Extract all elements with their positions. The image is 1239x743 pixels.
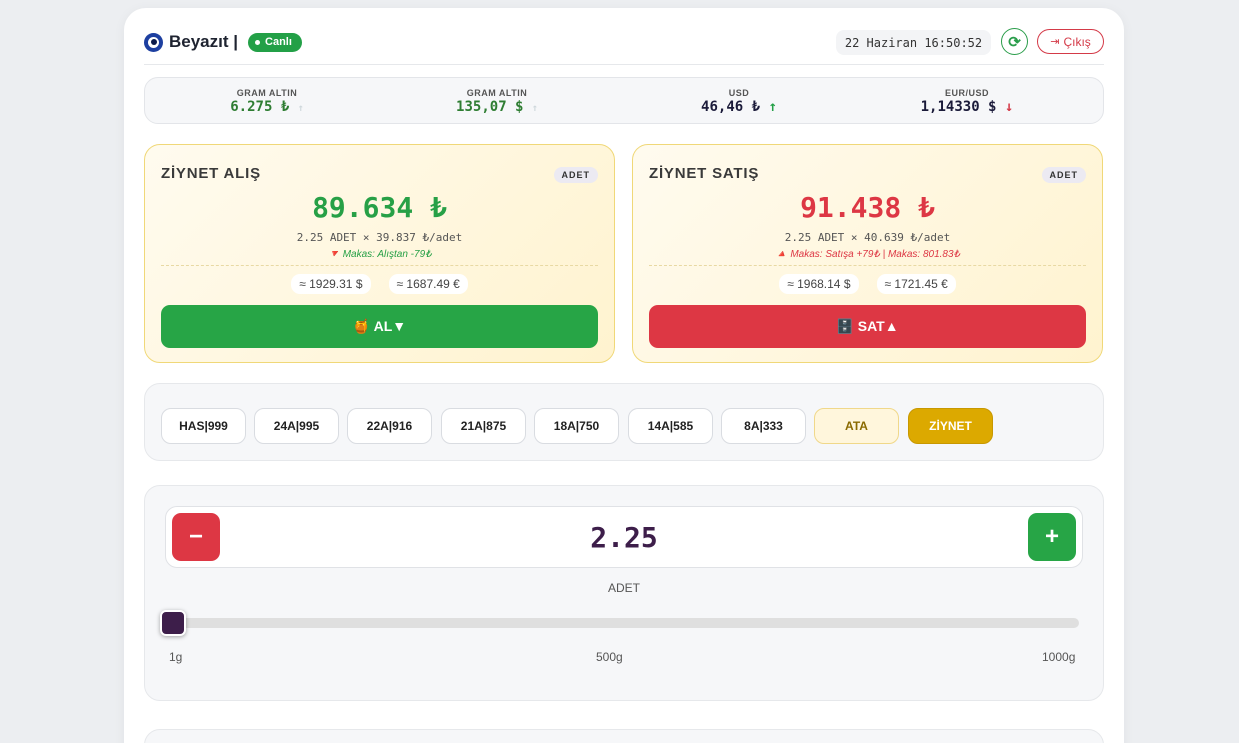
ticker-label: GRAM ALTIN: [236, 88, 298, 98]
sell-panel: ZİYNET SATIŞ ADET 91.438 ₺ 2.25 ADET × 4…: [632, 144, 1103, 363]
main-card: Beyazıt | Canlı 22 Haziran 16:50:52 ⟳ ⇥ Ç…: [124, 8, 1124, 743]
quantity-value[interactable]: 2.25: [226, 507, 1022, 567]
purity-option-has999[interactable]: HAS|999: [161, 408, 246, 444]
increase-button[interactable]: +: [1028, 513, 1076, 561]
purity-option-14a585[interactable]: 14A|585: [628, 408, 713, 444]
plus-icon: +: [1044, 523, 1059, 550]
buy-calculation: 2.25 ADET × 39.837 ₺/adet: [296, 231, 463, 244]
ticker-label: USD: [728, 88, 750, 98]
purity-option-ata[interactable]: ATA: [814, 408, 899, 444]
buy-button[interactable]: 🍯 AL▼: [161, 305, 598, 348]
buy-spread: 🔻 Makas: Alıştan -79₺: [327, 249, 432, 260]
buy-panel: ZİYNET ALIŞ ADET 89.634 ₺ 2.25 ADET × 39…: [144, 144, 615, 363]
live-dot-icon: [255, 39, 261, 45]
quantity-unit: ADET: [607, 581, 640, 595]
ticker-label: EUR/USD: [944, 88, 989, 98]
sell-calculation: 2.25 ADET × 40.639 ₺/adet: [784, 231, 951, 244]
sell-spread: 🔺 Makas: Satışa +79₺ | Makas: 801.83₺: [775, 249, 960, 260]
unit-badge: ADET: [553, 167, 598, 183]
ticker-value: 135,07 $: [456, 99, 524, 115]
ticker-value: 1,14330 $: [920, 99, 997, 115]
ticker-item-usd: USD 46,46 ₺ ↑: [639, 78, 839, 123]
slider-max-label: 1000g: [1042, 650, 1076, 664]
ticker-item-gram-altin-try: GRAM ALTIN 6.275 ₺ ↑: [167, 78, 367, 123]
refresh-icon: ⟳: [1008, 33, 1021, 51]
live-badge: Canlı: [248, 32, 302, 52]
divider: [161, 265, 598, 266]
brand: Beyazıt | Canlı: [144, 32, 302, 52]
sell-title: ZİYNET SATIŞ: [649, 165, 760, 182]
logout-label: Çıkış: [1063, 34, 1091, 49]
refresh-button[interactable]: ⟳: [1001, 28, 1028, 55]
header: Beyazıt | Canlı 22 Haziran 16:50:52 ⟳ ⇥ Ç…: [144, 8, 1104, 65]
purity-option-24a995[interactable]: 24A|995: [254, 408, 339, 444]
clock: 22 Haziran 16:50:52: [836, 30, 991, 55]
slider-thumb[interactable]: [160, 610, 187, 636]
arrow-up-icon: ↑: [297, 103, 304, 114]
decrease-button[interactable]: −: [172, 513, 220, 561]
ticker-item-eur-usd: EUR/USD 1,14330 $ ↓: [867, 78, 1067, 123]
purity-option-21a875[interactable]: 21A|875: [441, 408, 526, 444]
slider-mid-label: 500g: [596, 650, 623, 664]
live-label: Canlı: [265, 36, 292, 48]
purity-option-8a333[interactable]: 8A|333: [721, 408, 806, 444]
ticker-label: GRAM ALTIN: [466, 88, 528, 98]
quantity-slider[interactable]: [160, 610, 1079, 636]
sell-button[interactable]: 🗄️ SAT▲: [649, 305, 1086, 348]
unit-badge: ADET: [1041, 167, 1086, 183]
arrow-up-icon: ↑: [531, 103, 538, 114]
logout-icon: ⇥: [1050, 36, 1060, 48]
usd-conversion: ≈ 1929.31 $: [291, 274, 371, 294]
purity-selector: HAS|999 24A|995 22A|916 21A|875 18A|750 …: [144, 383, 1104, 461]
buy-conversions: ≈ 1929.31 $ ≈ 1687.49 €: [145, 274, 614, 294]
ticker-value: 46,46 ₺: [701, 99, 761, 115]
buy-title: ZİYNET ALIŞ: [161, 165, 261, 182]
ticker-value: 6.275 ₺: [230, 99, 290, 115]
purity-option-ziynet[interactable]: ZİYNET: [908, 408, 993, 444]
brand-name: Beyazıt |: [169, 32, 239, 51]
minus-icon: −: [188, 523, 203, 550]
purity-option-22a916[interactable]: 22A|916: [347, 408, 432, 444]
quantity-stepper: − 2.25 +: [165, 506, 1083, 568]
divider: [649, 265, 1086, 266]
sell-price: 91.438 ₺: [800, 191, 935, 224]
arrow-up-icon: ↑: [768, 99, 777, 115]
purity-option-18a750[interactable]: 18A|750: [534, 408, 619, 444]
evil-eye-icon: [144, 32, 163, 52]
price-ticker: GRAM ALTIN 6.275 ₺ ↑ GRAM ALTIN 135,07 $…: [144, 77, 1104, 124]
ticker-item-gram-altin-usd: GRAM ALTIN 135,07 $ ↑: [397, 78, 597, 123]
eur-conversion: ≈ 1687.49 €: [388, 274, 468, 294]
logout-button[interactable]: ⇥ Çıkış: [1037, 29, 1104, 54]
slider-min-label: 1g: [169, 650, 183, 664]
quantity-panel: − 2.25 + ADET 1g 500g 1000g: [144, 485, 1104, 701]
sell-conversions: ≈ 1968.14 $ ≈ 1721.45 €: [633, 274, 1102, 294]
usd-conversion: ≈ 1968.14 $: [779, 274, 859, 294]
arrow-down-icon: ↓: [1004, 99, 1014, 115]
next-section: [144, 729, 1104, 743]
eur-conversion: ≈ 1721.45 €: [876, 274, 956, 294]
buy-price: 89.634 ₺: [312, 191, 447, 224]
